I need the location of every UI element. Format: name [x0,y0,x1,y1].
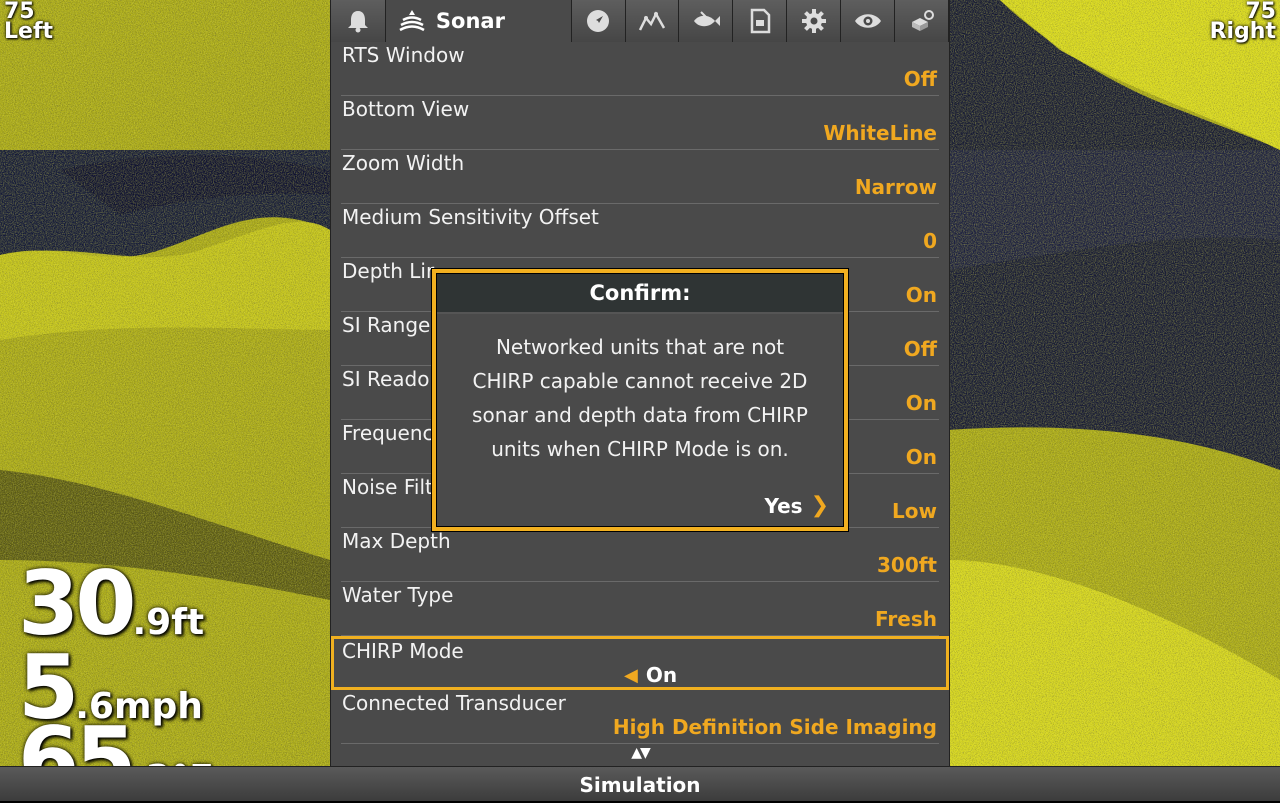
menu-item-label: Depth Lir [342,259,435,283]
left-arrow-icon[interactable]: ◀ [624,665,638,686]
right-side-label: Right [1209,19,1276,44]
confirm-dialog-title: Confirm: [437,274,843,314]
tab-sonar-label: Sonar [435,9,505,33]
right-range-label: 75 Right [1209,1,1276,44]
menu-item-label: RTS Window [342,43,465,67]
menu-item-value: Low [892,499,937,523]
menu-item-value: Off [903,337,937,361]
fish-icon [693,11,720,27]
menu-item-label: Noise Filt [342,475,433,499]
menu-item-zoom-width[interactable]: Zoom Width Narrow [341,150,939,204]
left-range-label: 75 Left [4,1,54,44]
menu-item-label: CHIRP Mode [342,639,464,663]
status-bar: Simulation [0,766,1280,801]
menu-item-value: 0 [923,229,937,253]
sd-card-icon [750,8,771,34]
menu-item-connected-transducer[interactable]: Connected Transducer High Definition Sid… [341,690,939,744]
alarm-bell-icon [347,11,368,33]
tab-navigation[interactable] [571,0,626,42]
gear-icon [801,9,826,33]
network-icon [911,10,934,31]
tab-sonar[interactable]: Sonar [385,0,572,42]
tab-alarms[interactable] [331,0,386,42]
scroll-arrows-icon[interactable]: ▲▼ [331,745,949,761]
confirm-dialog-message: Networked units that are not CHIRP capab… [472,335,808,461]
yes-button[interactable]: Yes ❯ [764,493,829,518]
menu-tab-bar: Sonar [331,0,949,42]
tab-setup[interactable] [787,0,842,42]
menu-item-label: Frequenc [342,421,434,445]
sonar-icon [399,10,425,32]
confirm-dialog-body: Confirm: Networked units that are not CH… [436,273,844,527]
eye-icon [854,14,881,28]
menu-item-value: Fresh [875,607,937,631]
tab-network[interactable] [895,0,949,42]
chart-icon [638,11,666,31]
yes-button-label: Yes [764,493,803,518]
menu-item-label: Water Type [342,583,454,607]
menu-item-label: Zoom Width [342,151,465,175]
navigation-icon [587,10,610,32]
menu-item-value: 300ft [876,553,937,577]
menu-item-medium-sensitivity-offset[interactable]: Medium Sensitivity Offset 0 [341,204,939,258]
digital-readouts: 30 .9ft 5 .6mph 65 .2°F [18,560,214,777]
menu-item-value: Narrow [854,175,937,199]
menu-item-value-selector[interactable]: ◀ On [624,663,677,687]
menu-item-label: Medium Sensitivity Offset [342,205,599,229]
menu-item-value: On [905,445,937,469]
left-side-label: Left [4,19,54,44]
menu-item-label: SI Readou [342,367,443,391]
menu-item-rts-window[interactable]: RTS Window Off [341,42,939,96]
menu-item-value: Off [903,67,937,91]
menu-item-bottom-view[interactable]: Bottom View WhiteLine [341,96,939,150]
tab-storage[interactable] [733,0,788,42]
tab-fishing[interactable] [679,0,734,42]
menu-item-value: On [905,391,937,415]
depth-fraction-unit: .9ft [132,602,205,643]
menu-item-value: On [905,283,937,307]
tab-views[interactable] [841,0,896,42]
confirm-dialog: Confirm: Networked units that are not CH… [431,268,849,532]
menu-item-chirp-mode[interactable]: CHIRP Mode ◀ On [331,636,949,690]
menu-item-value: High Definition Side Imaging [612,715,937,739]
status-bar-text: Simulation [579,773,701,797]
menu-item-max-depth[interactable]: Max Depth 300ft [341,528,939,582]
menu-item-water-type[interactable]: Water Type Fresh [341,582,939,636]
menu-item-value: On [645,663,678,687]
menu-item-label: Max Depth [342,529,451,553]
menu-item-label: Connected Transducer [342,691,566,715]
depth-readout: 30 .9ft [18,560,214,648]
depth-integer: 30 [18,552,136,655]
tab-chart[interactable] [625,0,680,42]
menu-item-label: Bottom View [342,97,470,121]
chevron-right-icon: ❯ [810,493,829,518]
menu-item-value: WhiteLine [823,121,937,145]
menu-item-label: SI Range [342,313,431,337]
